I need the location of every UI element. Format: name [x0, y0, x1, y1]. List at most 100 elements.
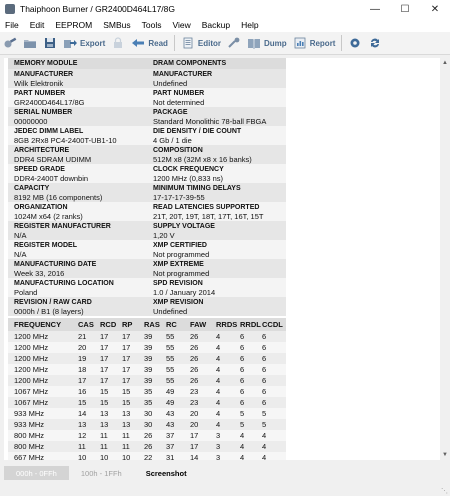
info-value: 8192 MB (16 components)	[14, 193, 103, 202]
info-label: Part Number	[153, 90, 205, 97]
info-cell: Architecture DDR4 SDRAM UDIMM	[8, 145, 147, 164]
timing-cell: 4	[216, 376, 221, 385]
export-button[interactable]: Export	[60, 34, 108, 52]
info-row: Architecture DDR4 SDRAM UDIMM Composition 5…	[8, 145, 286, 164]
menu-tools[interactable]: Tools	[137, 20, 168, 30]
report-button[interactable]: Report	[290, 34, 339, 52]
info-cell: Register Manufacturer N/A	[8, 221, 147, 240]
menu-help[interactable]: Help	[236, 20, 264, 30]
menu-view[interactable]: View	[167, 20, 196, 30]
info-row: Organization 1024M x64 (2 ranks) Read Late…	[8, 202, 286, 221]
timing-header-row: FREQUENCY CAS RCD RP RAS RC FAW RRDS RRDL CCDL	[8, 318, 286, 331]
info-row: Capacity 8192 MB (16 components) Minimum T…	[8, 183, 286, 202]
timing-cell: 17	[100, 354, 109, 363]
timing-cell: 39	[144, 365, 153, 374]
timing-cell: 6	[240, 365, 245, 374]
timing-cell: 4	[262, 431, 267, 440]
timing-cell: 26	[190, 376, 199, 385]
tab-screenshot[interactable]: Screenshot	[134, 466, 199, 480]
info-label: Organization	[14, 204, 68, 211]
timing-cell: 37	[166, 442, 175, 451]
timing-cell: 3	[216, 453, 221, 460]
tools-button[interactable]	[0, 34, 20, 52]
vertical-scrollbar[interactable]: ▲ ▼	[440, 58, 450, 460]
menu-eeprom[interactable]: EEPROM	[50, 20, 98, 30]
module-info-grid: MEMORY MODULE DRAM COMPONENTS Manufacturer…	[8, 58, 286, 316]
maximize-button[interactable]: ☐	[390, 0, 420, 18]
dump-button[interactable]: Dump	[244, 34, 290, 52]
info-label: Die Density / Die Count	[153, 128, 242, 135]
gear-icon	[348, 37, 362, 49]
settings-button[interactable]	[345, 34, 365, 52]
menu-edit[interactable]: Edit	[25, 20, 51, 30]
info-cell: Composition 512M x8 (32M x8 x 16 banks)	[147, 145, 286, 164]
timing-cell: 667 MHz	[14, 453, 45, 460]
tab-100h-1ffh[interactable]: 100h - 1FFh	[69, 466, 134, 480]
timing-cell: 21	[78, 332, 87, 341]
timing-cell: 6	[240, 376, 245, 385]
scroll-down-icon[interactable]: ▼	[440, 450, 450, 460]
spd-report-panel: MEMORY MODULE DRAM COMPONENTS Manufacturer…	[4, 58, 440, 460]
info-cell: XMP Revision Undefined	[147, 297, 286, 316]
timing-cell: 37	[166, 431, 175, 440]
info-row: JEDEC DIMM Label 8GB 2Rx8 PC4-2400T-UB1-1…	[8, 126, 286, 145]
timing-cell: 4	[216, 387, 221, 396]
timing-cell: 17	[100, 332, 109, 341]
timing-cell: 4	[216, 365, 221, 374]
timing-cell: 26	[190, 365, 199, 374]
tab-000h-0ffh[interactable]: 000h - 0FFh	[4, 466, 69, 480]
timing-cell: 4	[240, 453, 245, 460]
timing-cell: 6	[240, 354, 245, 363]
editor-button[interactable]: Editor	[178, 34, 224, 52]
timing-row: 1200 MHz 21 17 17 39 55 26 4 6 6	[8, 331, 286, 342]
timing-table: FREQUENCY CAS RCD RP RAS RC FAW RRDS RRDL CCDL 120…	[8, 318, 286, 460]
timing-cell: 6	[262, 365, 267, 374]
export-icon	[63, 37, 77, 49]
info-cell: XMP Certified Not programmed	[147, 240, 286, 259]
timing-cell: 6	[262, 343, 267, 352]
timing-cell: 17	[78, 376, 87, 385]
timing-cell: 13	[122, 420, 131, 429]
minimize-button[interactable]: —	[360, 0, 390, 18]
refresh-button[interactable]	[365, 34, 385, 52]
wrench-button[interactable]	[224, 34, 244, 52]
menu-smbus[interactable]: SMBus	[98, 20, 136, 30]
timing-row: 1200 MHz 18 17 17 39 55 26 4 6 6	[8, 364, 286, 375]
close-button[interactable]: ✕	[420, 0, 450, 18]
timing-cell: 11	[122, 431, 130, 440]
resize-grip-icon[interactable]: ⋱	[441, 487, 448, 495]
info-value: 1,20 V	[153, 231, 175, 240]
timing-row: 1067 MHz 15 15 15 35 49 23 4 6 6	[8, 397, 286, 408]
timing-header-cell: RP	[122, 320, 133, 329]
timing-cell: 31	[166, 453, 175, 460]
timing-cell: 23	[190, 398, 199, 407]
info-row: Register Manufacturer N/A Supply Voltage 1,…	[8, 221, 286, 240]
open-button[interactable]	[20, 34, 40, 52]
info-label: Clock Frequency	[153, 166, 224, 173]
info-value: 8GB 2Rx8 PC4-2400T-UB1-10	[14, 136, 117, 145]
info-value: Poland	[14, 288, 38, 297]
timing-cell: 17	[190, 431, 199, 440]
info-label: XMP Certified	[153, 242, 207, 249]
read-button[interactable]: Read	[128, 34, 171, 52]
timing-cell: 17	[100, 376, 109, 385]
timing-cell: 6	[240, 332, 245, 341]
save-button[interactable]	[40, 34, 60, 52]
info-label: Package	[153, 109, 188, 116]
info-cell: Manufacturer Undefined	[147, 69, 286, 88]
timing-cell: 55	[166, 365, 175, 374]
info-label: Minimum Timing Delays	[153, 185, 241, 192]
lock-button[interactable]	[108, 34, 128, 52]
scroll-up-icon[interactable]: ▲	[440, 58, 450, 68]
timing-cell: 17	[122, 376, 131, 385]
timing-cell: 30	[144, 420, 153, 429]
menu-file[interactable]: File	[0, 20, 25, 30]
timing-cell: 1200 MHz	[14, 376, 49, 385]
timing-cell: 4	[216, 343, 221, 352]
menu-backup[interactable]: Backup	[197, 20, 236, 30]
dump-label: Dump	[264, 38, 287, 48]
toolbar-separator	[341, 35, 343, 51]
timing-row: 800 MHz 12 11 11 26 37 17 3 4 4	[8, 430, 286, 441]
timing-cell: 16	[78, 387, 87, 396]
timing-cell: 15	[100, 398, 109, 407]
